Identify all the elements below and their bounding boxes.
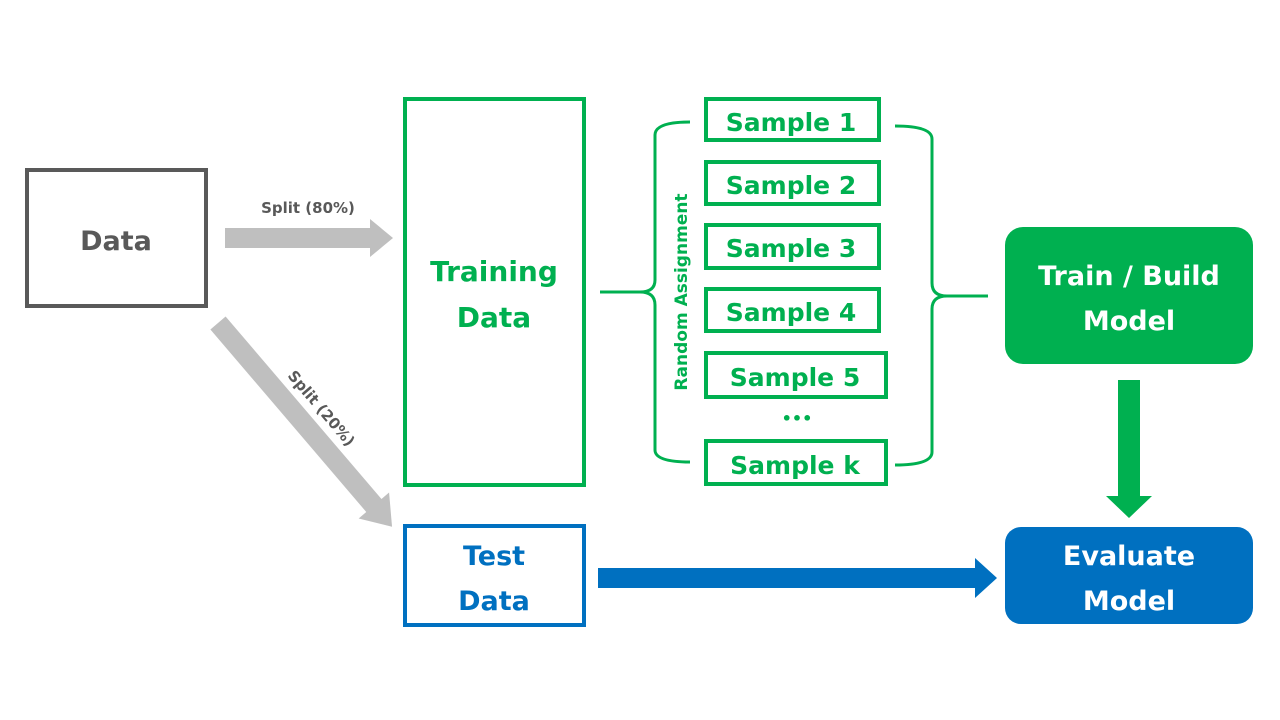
train-model-node: Train / Build Model: [1005, 227, 1253, 364]
sample-label: Sample 2: [726, 171, 856, 200]
right-brace: [894, 124, 988, 467]
sample-3: Sample 3: [704, 223, 881, 270]
sample-label: Sample 3: [726, 234, 856, 263]
train-label-line2: Model: [1083, 306, 1175, 337]
evaluate-model-node: Evaluate Model: [1005, 527, 1253, 624]
test-label-line2: Data: [458, 586, 530, 617]
samples-list: Sample 1 Sample 2 Sample 3 Sample 4 Samp…: [704, 97, 888, 486]
sample-label: Sample 4: [726, 298, 856, 327]
sample-2: Sample 2: [704, 160, 881, 206]
sample-4: Sample 4: [704, 287, 881, 333]
sample-k: Sample k: [704, 439, 888, 486]
sample-label: Sample k: [730, 451, 861, 480]
sample-label: Sample 5: [730, 363, 860, 392]
training-data-node: Training Data: [403, 97, 586, 487]
split-train-label: Split (80%): [261, 199, 355, 217]
training-label-line1: Training: [430, 255, 558, 288]
data-node: Data: [25, 168, 208, 308]
sample-1: Sample 1: [704, 97, 881, 142]
sample-label: Sample 1: [726, 108, 856, 137]
evaluate-label-line2: Model: [1083, 586, 1175, 617]
train-label-line1: Train / Build: [1038, 261, 1220, 292]
test-label-line1: Test: [463, 541, 525, 572]
ellipsis: •••: [782, 409, 813, 428]
split-train-arrow: Split (80%): [225, 199, 393, 257]
training-label-line2: Data: [457, 301, 531, 334]
random-assignment-label: Random Assignment: [672, 193, 692, 390]
sample-5: Sample 5: [704, 351, 888, 399]
workflow-diagram: Data Split (80%) Split (20%) Training Da…: [25, 97, 1253, 627]
test-data-node: Test Data: [403, 524, 586, 627]
test-to-evaluate-arrow: [598, 558, 997, 598]
split-test-arrow: Split (20%): [210, 316, 393, 527]
evaluate-label-line1: Evaluate: [1063, 541, 1195, 572]
data-label: Data: [80, 226, 152, 257]
train-to-evaluate-arrow: [1106, 380, 1152, 518]
